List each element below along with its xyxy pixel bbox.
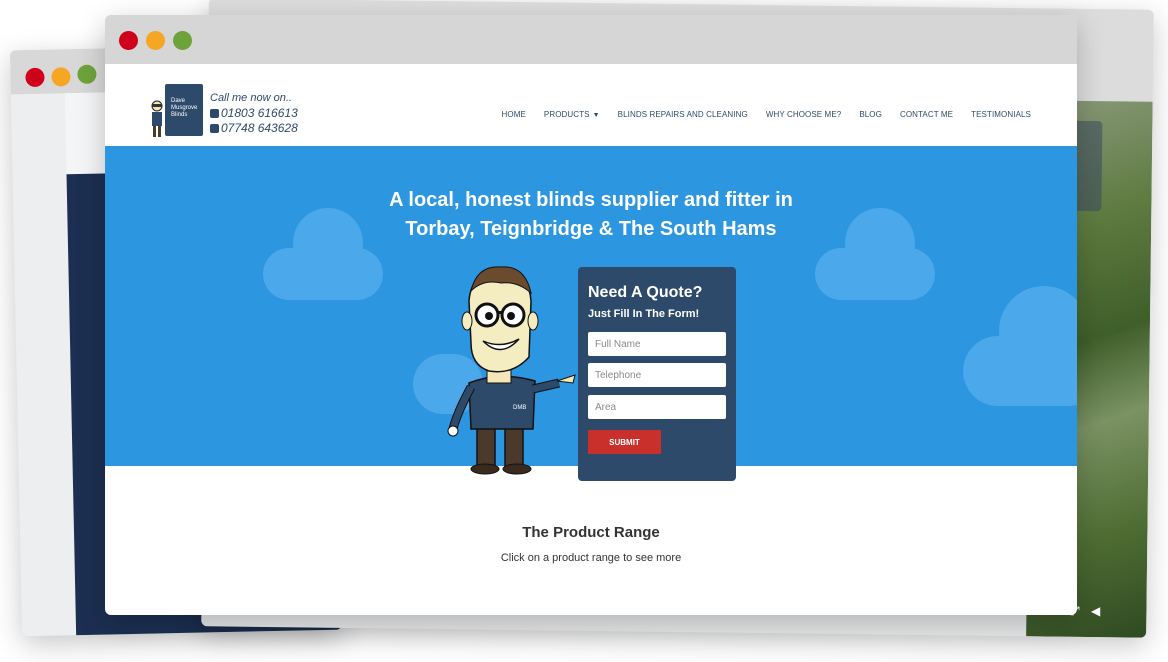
quote-subtitle: Just Fill In The Form! xyxy=(588,308,700,320)
nav-item-testimonials[interactable]: TESTIMONIALS xyxy=(971,110,1031,119)
minimize-dot-icon[interactable] xyxy=(146,31,165,50)
logo-line: Dave xyxy=(171,98,186,104)
phone-icon xyxy=(210,124,219,133)
mobile-number[interactable]: 07748 643628 xyxy=(210,121,298,136)
main-nav: HOME PRODUCTS ▼ BLINDS REPAIRS AND CLEANI… xyxy=(502,110,1031,119)
call-label: Call me now on.. xyxy=(210,92,292,104)
quote-form: Need A Quote? Just Fill In The Form! SUB… xyxy=(578,267,736,481)
site-header: Dave Musgrove Blinds Call me now on.. 01… xyxy=(105,64,1077,146)
nav-item-contact[interactable]: CONTACT ME xyxy=(900,110,953,119)
logo-line: Musgrove xyxy=(171,105,198,111)
window-titlebar xyxy=(105,15,1077,64)
nav-item-label: PRODUCTS xyxy=(543,110,590,119)
mascot-mini-icon xyxy=(151,100,163,137)
phone-number[interactable]: 01803 616613 xyxy=(210,106,298,121)
call-block: Call me now on.. 01803 616613 07748 6436… xyxy=(210,91,298,136)
logo[interactable]: Dave Musgrove Blinds xyxy=(165,84,203,136)
logo-line: Blinds xyxy=(171,112,188,118)
nav-item-repairs[interactable]: BLINDS REPAIRS AND CLEANING xyxy=(618,110,748,119)
cloud-decoration xyxy=(263,208,383,300)
caret-down-icon: ▼ xyxy=(592,112,600,119)
nav-item-products[interactable]: PRODUCTS ▼ xyxy=(544,110,600,119)
full-name-input[interactable] xyxy=(588,332,726,356)
cloud-decoration xyxy=(963,286,1077,406)
submit-button[interactable]: SUBMIT xyxy=(588,430,661,454)
expand-icon[interactable]: ⤢ xyxy=(1070,604,1080,618)
phone-icon xyxy=(210,109,219,118)
close-dot-icon[interactable] xyxy=(119,31,138,50)
mascot-illustration: DMB xyxy=(447,266,576,475)
area-input[interactable] xyxy=(588,395,726,419)
main-window: Dave Musgrove Blinds Call me now on.. 01… xyxy=(105,15,1077,615)
nav-item-why[interactable]: WHY CHOOSE ME? xyxy=(766,110,842,119)
phone-text: 07748 643628 xyxy=(221,121,298,135)
media-controls: ⤢ ◀ xyxy=(1070,604,1100,619)
quote-title: Need A Quote? xyxy=(588,284,703,301)
hero-title-line: Torbay, Teignbridge & The South Hams xyxy=(405,218,777,240)
nav-item-blog[interactable]: BLOG xyxy=(859,110,882,119)
product-range-subtitle: Click on a product range to see more xyxy=(500,552,682,564)
telephone-input[interactable] xyxy=(588,363,726,387)
cloud-decoration xyxy=(815,208,935,300)
product-range-title: The Product Range xyxy=(522,524,660,541)
hero-title: A local, honest blinds supplier and fitt… xyxy=(105,186,1077,244)
volume-icon[interactable]: ◀ xyxy=(1091,604,1100,618)
maximize-dot-icon[interactable] xyxy=(173,31,192,50)
svg-text:DMB: DMB xyxy=(513,405,526,411)
hero-title-line: A local, honest blinds supplier and fitt… xyxy=(389,189,793,211)
nav-item-home[interactable]: HOME xyxy=(502,110,526,119)
phone-text: 01803 616613 xyxy=(221,106,298,120)
